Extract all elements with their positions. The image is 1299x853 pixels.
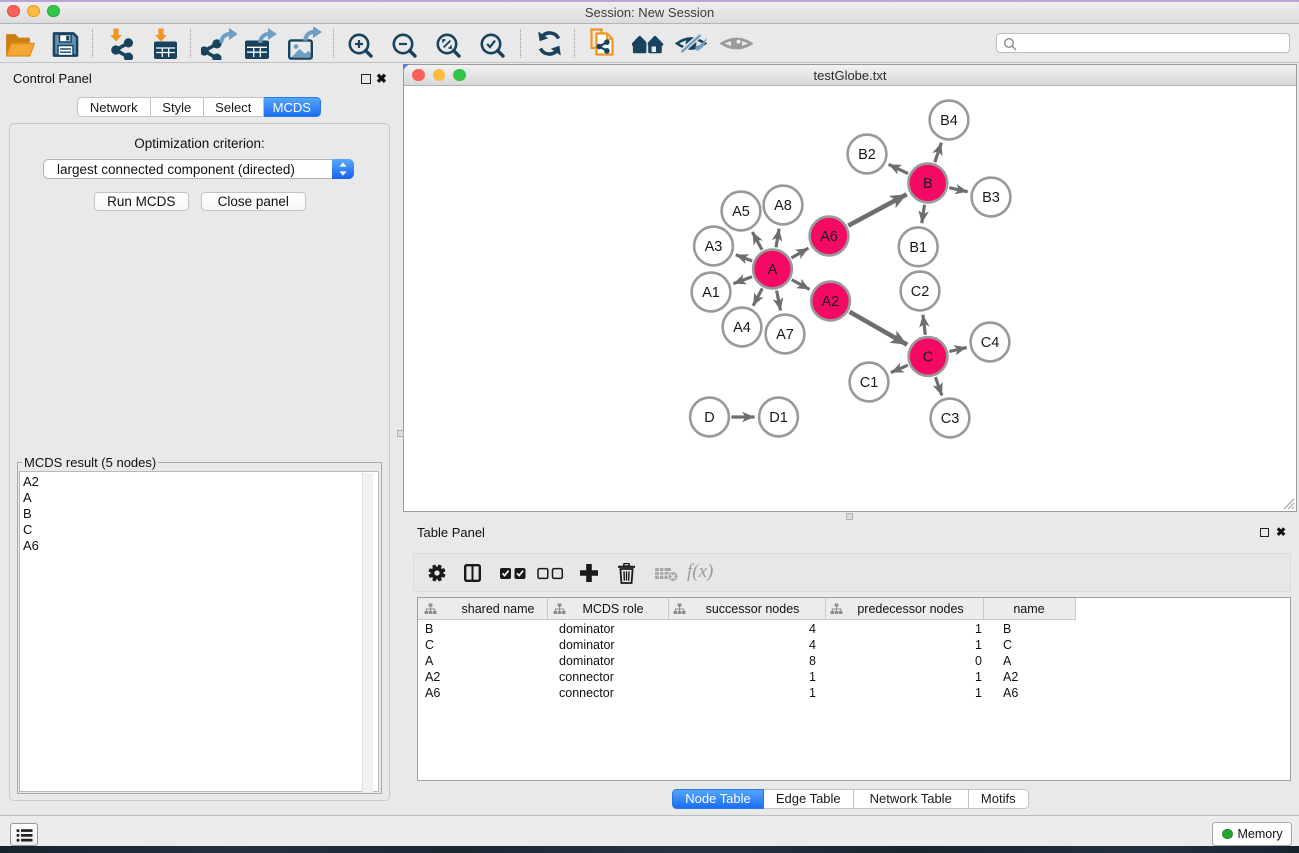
svg-text:A2: A2 bbox=[822, 294, 840, 310]
svg-text:D: D bbox=[704, 410, 714, 426]
svg-text:A8: A8 bbox=[774, 198, 792, 214]
svg-text:B4: B4 bbox=[940, 113, 958, 129]
svg-text:B1: B1 bbox=[909, 240, 927, 256]
svg-text:C4: C4 bbox=[981, 335, 1000, 351]
svg-text:A4: A4 bbox=[733, 320, 751, 336]
svg-text:C: C bbox=[923, 350, 933, 366]
svg-text:C2: C2 bbox=[911, 284, 930, 300]
svg-text:A5: A5 bbox=[732, 204, 750, 220]
svg-text:A3: A3 bbox=[705, 239, 723, 255]
svg-text:B3: B3 bbox=[982, 190, 1000, 206]
svg-text:D1: D1 bbox=[769, 410, 788, 426]
svg-text:B: B bbox=[923, 176, 933, 192]
svg-text:C3: C3 bbox=[941, 411, 960, 427]
svg-text:C1: C1 bbox=[860, 375, 879, 391]
svg-text:A: A bbox=[768, 262, 778, 278]
svg-text:A1: A1 bbox=[702, 285, 720, 301]
svg-text:A7: A7 bbox=[776, 327, 794, 343]
svg-text:A6: A6 bbox=[820, 229, 838, 245]
svg-text:B2: B2 bbox=[858, 147, 876, 163]
